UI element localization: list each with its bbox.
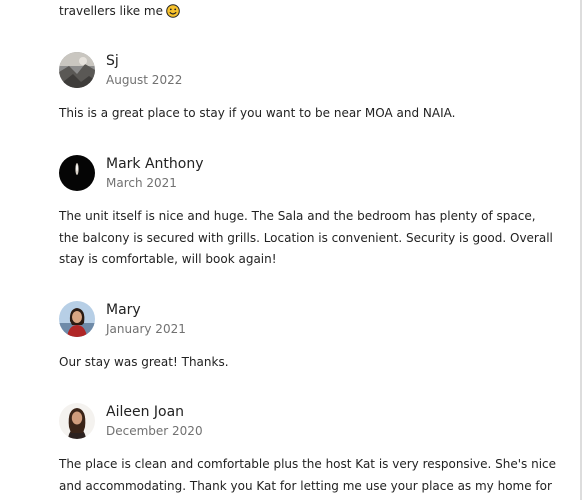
smiling-face-icon (166, 4, 180, 18)
review-header-mary: Mary January 2021 (59, 300, 186, 338)
review-date: January 2021 (106, 321, 186, 336)
review-header-sj: Sj August 2022 (59, 51, 182, 89)
review-text: Our stay was great! Thanks. (59, 355, 229, 369)
review-text: The unit itself is nice and huge. The Sa… (59, 209, 553, 266)
avatar[interactable] (59, 155, 95, 191)
reviewer-name[interactable]: Aileen Joan (106, 403, 203, 422)
reviewer-name[interactable]: Mary (106, 301, 186, 320)
reviewer-name[interactable]: Sj (106, 52, 182, 71)
reviews-page: travellers like me Sj August 2022 This i… (0, 0, 582, 500)
review-text: The place is clean and comfortable plus … (59, 457, 557, 493)
avatar[interactable] (59, 403, 95, 439)
review-text: This is a great place to stay if you wan… (59, 106, 456, 120)
review-date: August 2022 (106, 72, 183, 87)
avatar[interactable] (59, 301, 95, 337)
review-text-partial: travellers like me (59, 1, 559, 23)
review-date: December 2020 (106, 423, 203, 438)
avatar[interactable] (59, 52, 95, 88)
reviewer-name[interactable]: Mark Anthony (106, 155, 204, 174)
review-date: March 2021 (106, 175, 177, 190)
review-header-mark-anthony: Mark Anthony March 2021 (59, 154, 204, 192)
review-header-aileen-joan: Aileen Joan December 2020 (59, 402, 203, 440)
